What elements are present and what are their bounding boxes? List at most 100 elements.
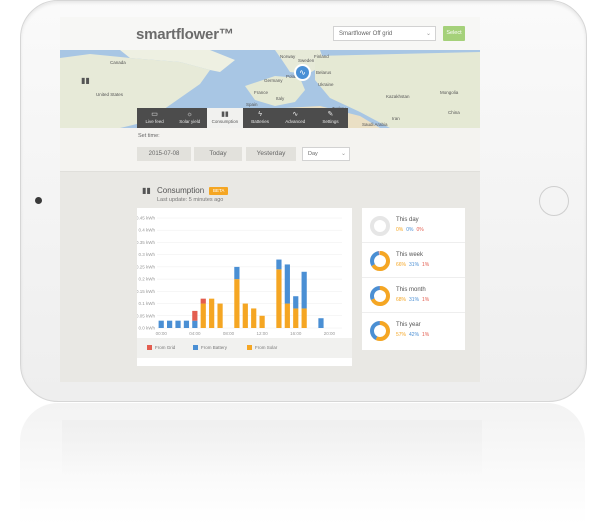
location-pin-icon[interactable]: ∿ (294, 64, 311, 81)
map-label: Canada (110, 60, 126, 65)
legend-item-battery: From Battery (193, 344, 227, 351)
chart-legend: From Grid From Battery From Solar (137, 338, 352, 358)
legend-label: From Solar (255, 345, 278, 350)
bar-segment (293, 308, 299, 328)
bar-segment (234, 279, 240, 328)
last-update: Last update: 5 minutes ago (157, 197, 224, 203)
live-feed-icon: ▭ (151, 111, 158, 118)
map-label: Iran (392, 116, 400, 121)
map-label: Ukraine (318, 82, 334, 87)
consumption-chart: 0.0 kWh 0.05 kWh 0.1 kWh 0.15 kWh 0.2 kWh 0.2… (136, 216, 342, 336)
tab-label: Consumption (211, 119, 239, 124)
summary-label: This year (396, 322, 421, 328)
map-label: Italy (276, 96, 285, 101)
date-field[interactable]: 2015-07-08 (137, 147, 191, 161)
bar-segment (293, 296, 299, 309)
tab-solar-yield[interactable]: ☼ Solar yield (172, 108, 207, 128)
battery-percent: 31% (409, 262, 420, 268)
y-tick-label: 0.45 kWh (137, 216, 155, 221)
tab-settings[interactable]: ✎ Settings (313, 108, 348, 128)
legend-swatch (147, 345, 152, 350)
consumption-title: Consumption (157, 186, 205, 195)
screen-reflection (62, 420, 482, 480)
bar-segment (318, 318, 324, 328)
donut-chart (370, 321, 390, 341)
solar-percent: 1% (422, 262, 430, 268)
bar-segment (200, 298, 206, 304)
beta-badge: BETA (209, 187, 229, 195)
tab-consumption[interactable]: ▮▮ Consumption (207, 108, 243, 128)
today-button[interactable]: Today (194, 147, 242, 161)
bar-segment (217, 303, 223, 328)
tab-label: Batteries (251, 119, 269, 124)
map-label: Spain (246, 102, 258, 107)
map-label: Kazakhstan (386, 94, 410, 99)
solar-percent: 1% (422, 297, 430, 303)
consumption-chart-panel: 0.0 kWh 0.05 kWh 0.1 kWh 0.15 kWh 0.2 kWh 0.2… (136, 208, 352, 366)
yesterday-button[interactable]: Yesterday (246, 147, 296, 161)
tab-label: Live feed (145, 119, 164, 124)
battery-percent: 31% (409, 297, 420, 303)
solar-percent: 1% (422, 332, 430, 338)
site-select[interactable]: Smartflower Off grid ⌄ (333, 26, 436, 41)
donut-chart (370, 286, 390, 306)
x-tick-label: 16:00 (290, 331, 302, 336)
home-button[interactable] (539, 186, 569, 216)
bar-segment (276, 259, 282, 270)
grid-percent: 0% (396, 227, 404, 233)
legend-swatch (247, 345, 252, 350)
y-tick-label: 0.05 kWh (137, 313, 155, 318)
donut-chart (370, 251, 390, 271)
battery-percent: 42% (409, 332, 420, 338)
bar-segment (209, 298, 215, 328)
chevron-down-icon: ⌄ (340, 151, 346, 157)
battery-percent: 0% (406, 227, 414, 233)
bar-segment (234, 266, 240, 280)
period-select[interactable]: Day ⌄ (302, 147, 350, 161)
summary-row: This day 0% 0% 0% (362, 208, 465, 243)
bar-segment (284, 264, 290, 304)
summary-label: This week (396, 252, 424, 258)
bar-segment (175, 320, 181, 328)
map-label: Saudi Arabia (362, 122, 388, 127)
y-tick-label: 0.35 kWh (137, 240, 155, 245)
bar-segment (200, 303, 206, 328)
tab-label: Settings (322, 119, 339, 124)
bar-chart-icon: ▮▮ (221, 111, 229, 118)
bar-segment (301, 271, 307, 309)
y-tick-label: 0.2 kWh (138, 277, 155, 282)
map-label: Germany (264, 78, 283, 83)
donut-chart (370, 216, 390, 236)
tab-batteries[interactable]: ϟ Batteries (243, 108, 278, 128)
bar-segment (276, 269, 282, 328)
bar-segment (183, 320, 190, 328)
legend-item-solar: From Solar (247, 344, 277, 351)
x-tick-label: 12:00 (256, 331, 268, 336)
summary-row: This month 68% 31% 1% (362, 278, 465, 313)
map-label: France (254, 90, 269, 95)
bar-segment (192, 320, 198, 328)
solar-percent: 0% (416, 227, 424, 233)
map-label: Sweden (298, 58, 315, 63)
tab-bar: ▭ Live feed ☼ Solar yield ▮▮ Consumption ϟB… (137, 108, 348, 128)
sun-icon: ☼ (186, 111, 193, 118)
grid-percent: 57% (396, 332, 407, 338)
chevron-down-icon: ⌄ (425, 31, 431, 37)
grid-percent: 66% (396, 262, 407, 268)
tab-label: Advanced (285, 119, 306, 124)
consumption-icon: ▮▮ (142, 186, 151, 195)
x-tick-label: 08:00 (223, 331, 235, 336)
bar-segment (192, 310, 198, 321)
legend-label: From Grid (155, 345, 176, 350)
tab-live-feed[interactable]: ▭ Live feed (137, 108, 172, 128)
select-button[interactable]: Select (443, 26, 465, 41)
tab-advanced[interactable]: ∿ Advanced (278, 108, 313, 128)
summary-values: 0% 0% 0% (396, 227, 427, 233)
x-tick-label: 00:00 (156, 331, 168, 336)
waveform-icon: ∿ (292, 111, 299, 118)
camera (35, 197, 42, 204)
map-label: Finland (314, 54, 329, 59)
wrench-icon: ✎ (327, 111, 334, 118)
summary-values: 57% 42% 1% (396, 332, 432, 338)
donut-track (370, 216, 390, 236)
